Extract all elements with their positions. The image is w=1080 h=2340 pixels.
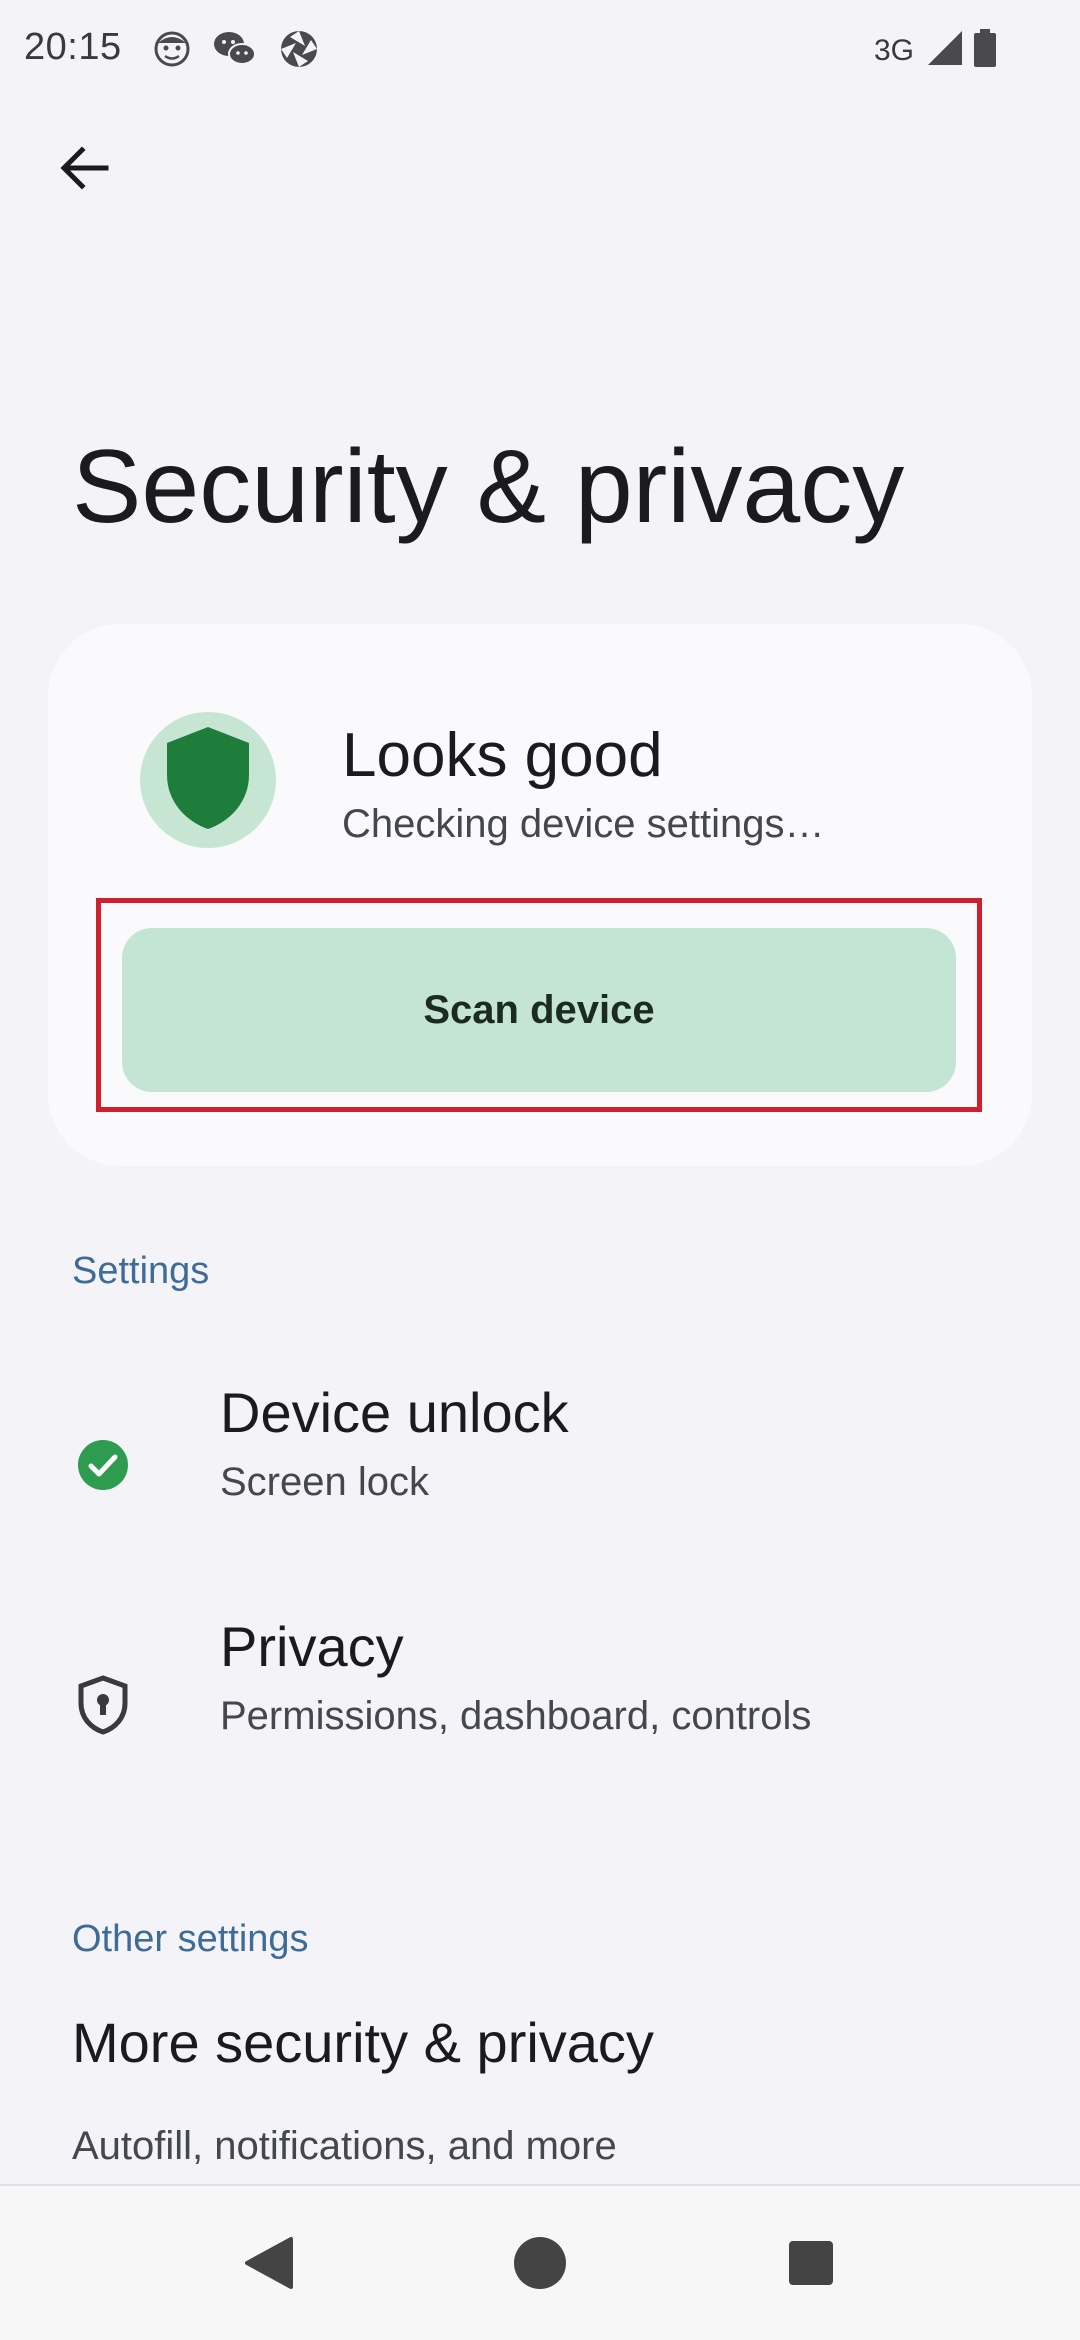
navigation-bar — [0, 2184, 1080, 2340]
status-title: Looks good — [342, 721, 663, 790]
item-summary: Permissions, dashboard, controls — [220, 1694, 812, 1738]
battery-icon — [972, 28, 998, 73]
section-header-other-settings: Other settings — [72, 1918, 309, 1960]
scan-device-button[interactable]: Scan device — [122, 928, 956, 1092]
nav-home-button[interactable] — [495, 2220, 585, 2310]
status-bar: 20:15 3G — [0, 0, 1080, 100]
face-icon — [152, 29, 192, 74]
notification-icons — [152, 28, 320, 75]
triangle-back-icon — [243, 2235, 295, 2296]
circle-home-icon — [512, 2235, 568, 2296]
aperture-icon — [278, 28, 320, 75]
status-time: 20:15 — [24, 26, 122, 68]
network-type: 3G — [873, 33, 914, 67]
nav-back-button[interactable] — [224, 2220, 314, 2310]
square-recents-icon — [787, 2239, 835, 2292]
item-summary: Screen lock — [220, 1460, 429, 1504]
wechat-icon — [212, 29, 258, 74]
shield-icon — [163, 725, 253, 836]
list-item-device-unlock[interactable]: Device unlock Screen lock — [0, 1360, 1080, 1560]
system-icons: 3G — [874, 28, 998, 73]
check-circle-icon — [68, 1430, 138, 1500]
page-title: Security & privacy — [72, 429, 905, 545]
list-item-privacy[interactable]: Privacy Permissions, dashboard, controls — [0, 1594, 1080, 1794]
item-title: Privacy — [220, 1615, 404, 1678]
section-header-settings: Settings — [72, 1250, 210, 1292]
item-title: Device unlock — [220, 1381, 569, 1444]
status-icon-circle — [140, 712, 276, 848]
signal-icon — [926, 29, 964, 72]
status-subtitle: Checking device settings… — [342, 802, 825, 846]
arrow-left-icon — [56, 140, 112, 201]
back-button[interactable] — [44, 130, 124, 210]
shield-lock-icon — [68, 1670, 138, 1740]
item-summary: Autofill, notifications, and more — [72, 2124, 617, 2168]
nav-recents-button[interactable] — [766, 2220, 856, 2310]
item-title: More security & privacy — [72, 2011, 654, 2074]
security-status-card: Looks good Checking device settings… Sca… — [48, 624, 1032, 1166]
list-item-more-security-privacy[interactable]: More security & privacy Autofill, notifi… — [0, 2010, 1080, 2180]
